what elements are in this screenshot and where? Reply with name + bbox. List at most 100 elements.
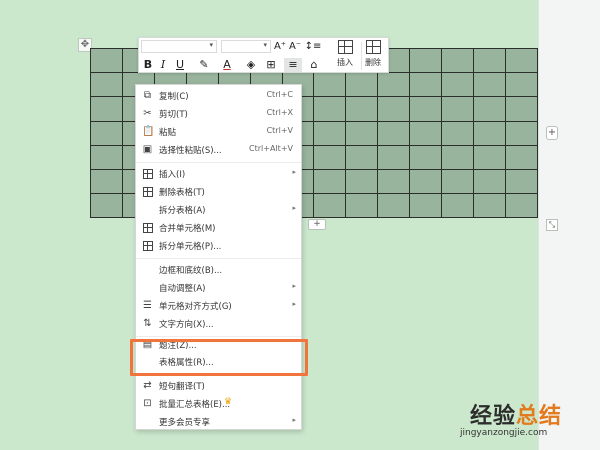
- menu-item-delete-table[interactable]: 删除表格(T): [136, 183, 301, 201]
- submenu-arrow-icon: ▸: [292, 168, 296, 176]
- menu-item-shortcut: Ctrl+V: [266, 126, 293, 135]
- menu-item-translate[interactable]: ⇄ 短句翻译(T): [136, 377, 301, 395]
- table-cell[interactable]: [313, 144, 347, 170]
- table-cell[interactable]: [504, 168, 539, 195]
- table-cell[interactable]: [345, 120, 379, 146]
- table-cell[interactable]: [90, 96, 123, 122]
- grow-font-button[interactable]: A⁺: [273, 40, 287, 54]
- table-cell[interactable]: [377, 120, 411, 146]
- borders-button[interactable]: ⊞: [262, 58, 280, 72]
- table-cell[interactable]: [441, 47, 475, 74]
- line-spacing-button[interactable]: ↕≡: [303, 40, 323, 54]
- menu-item-copy[interactable]: ⧉ 复制(C) Ctrl+C: [136, 87, 301, 105]
- table-cell[interactable]: [504, 193, 539, 219]
- table-cell[interactable]: [345, 144, 379, 170]
- menu-item-text-direction[interactable]: ⇅ 文字方向(X)...: [136, 315, 301, 333]
- table-cell[interactable]: [441, 168, 475, 195]
- table-cell[interactable]: [473, 193, 506, 219]
- insert-button[interactable]: 插入: [331, 40, 359, 72]
- table-cell[interactable]: [504, 47, 539, 74]
- table-cell[interactable]: [313, 72, 347, 98]
- table-cell[interactable]: [409, 193, 443, 219]
- font-size-dropdown[interactable]: ▾: [221, 40, 271, 53]
- table-cell[interactable]: [313, 168, 347, 195]
- table-cell[interactable]: [504, 120, 539, 146]
- chevron-down-icon: ▾: [263, 41, 267, 49]
- table-cell[interactable]: [473, 47, 506, 74]
- paste-special-icon: ▣: [142, 144, 153, 155]
- bold-button[interactable]: B: [141, 58, 155, 72]
- table-cell[interactable]: [345, 168, 379, 195]
- table-cell[interactable]: [473, 120, 506, 146]
- table-cell[interactable]: [90, 120, 123, 146]
- text-direction-icon: ⇅: [143, 318, 152, 329]
- table-cell[interactable]: [90, 144, 123, 170]
- menu-item-cell-alignment[interactable]: ☰ 单元格对齐方式(G) ▸: [136, 297, 301, 315]
- table-cell[interactable]: [441, 96, 475, 122]
- table-cell[interactable]: [409, 120, 443, 146]
- table-cell[interactable]: [377, 144, 411, 170]
- font-color-button[interactable]: A: [219, 58, 235, 72]
- table-cell[interactable]: [441, 144, 475, 170]
- table-cell[interactable]: [90, 193, 123, 219]
- table-cell[interactable]: [377, 193, 411, 219]
- table-cell[interactable]: [377, 72, 411, 98]
- table-cell[interactable]: [441, 72, 475, 98]
- table-cell[interactable]: [409, 96, 443, 122]
- table-cell[interactable]: [409, 168, 443, 195]
- table-cell[interactable]: [90, 168, 123, 195]
- table-cell[interactable]: [90, 72, 123, 98]
- table-cell[interactable]: [90, 47, 123, 74]
- menu-item-insert[interactable]: 插入(I) ▸: [136, 165, 301, 183]
- highlight-color-button[interactable]: ✎: [195, 58, 213, 72]
- menu-divider: [136, 162, 301, 163]
- table-cell[interactable]: [504, 144, 539, 170]
- table-cell[interactable]: [313, 120, 347, 146]
- menu-item-merge-cells[interactable]: 合并单元格(M): [136, 219, 301, 237]
- table-cell[interactable]: [504, 72, 539, 98]
- menu-item-batch-summary[interactable]: ⊡ 批量汇总表格(E)... ♛: [136, 395, 301, 413]
- table-resize-handle[interactable]: ⤡: [546, 219, 558, 231]
- insert-label: 插入: [337, 58, 353, 67]
- clear-format-button[interactable]: ⌂: [307, 58, 321, 72]
- table-insert-icon: [337, 40, 353, 54]
- table-cell[interactable]: [377, 168, 411, 195]
- submenu-arrow-icon: ▸: [292, 416, 296, 424]
- menu-item-split-cells[interactable]: 拆分单元格(P)...: [136, 237, 301, 255]
- table-cell[interactable]: [345, 193, 379, 219]
- align-button[interactable]: ≡: [284, 58, 302, 72]
- table-cell[interactable]: [473, 96, 506, 122]
- table-cell[interactable]: [313, 193, 347, 219]
- table-cell[interactable]: [441, 120, 475, 146]
- table-cell[interactable]: [313, 96, 347, 122]
- italic-button[interactable]: I: [157, 58, 169, 72]
- table-cell[interactable]: [504, 96, 539, 122]
- menu-item-more-member[interactable]: 更多会员专享 ▸: [136, 413, 301, 431]
- table-cell[interactable]: [409, 144, 443, 170]
- add-column-button[interactable]: +: [546, 126, 558, 140]
- table-cell[interactable]: [345, 96, 379, 122]
- table-cell[interactable]: [473, 72, 506, 98]
- shrink-font-button[interactable]: A⁻: [288, 40, 302, 54]
- font-name-dropdown[interactable]: ▾: [141, 40, 217, 53]
- table-cell[interactable]: [377, 96, 411, 122]
- menu-item-label: 插入(I): [159, 170, 186, 180]
- table-cell[interactable]: [473, 144, 506, 170]
- table-cell[interactable]: [441, 193, 475, 219]
- table-cell[interactable]: [409, 72, 443, 98]
- table-cell[interactable]: [409, 47, 443, 74]
- menu-item-split-table[interactable]: 拆分表格(A) ▸: [136, 201, 301, 219]
- menu-item-autofit[interactable]: 自动调整(A) ▸: [136, 279, 301, 297]
- delete-button[interactable]: 删除: [359, 40, 387, 72]
- menu-item-paste[interactable]: 📋 粘贴 Ctrl+V: [136, 123, 301, 141]
- menu-item-cut[interactable]: ✂ 剪切(T) Ctrl+X: [136, 105, 301, 123]
- menu-item-label: 复制(C): [159, 92, 189, 102]
- add-row-button[interactable]: +: [308, 219, 326, 230]
- underline-button[interactable]: U: [171, 58, 189, 72]
- menu-item-paste-special[interactable]: ▣ 选择性粘贴(S)... Ctrl+Alt+V: [136, 141, 301, 159]
- menu-item-borders-shading[interactable]: 边框和底纹(B)...: [136, 261, 301, 279]
- table-cell[interactable]: [473, 168, 506, 195]
- table-cell[interactable]: [345, 72, 379, 98]
- shading-button[interactable]: ◈: [242, 58, 260, 72]
- menu-item-shortcut: Ctrl+X: [266, 108, 293, 117]
